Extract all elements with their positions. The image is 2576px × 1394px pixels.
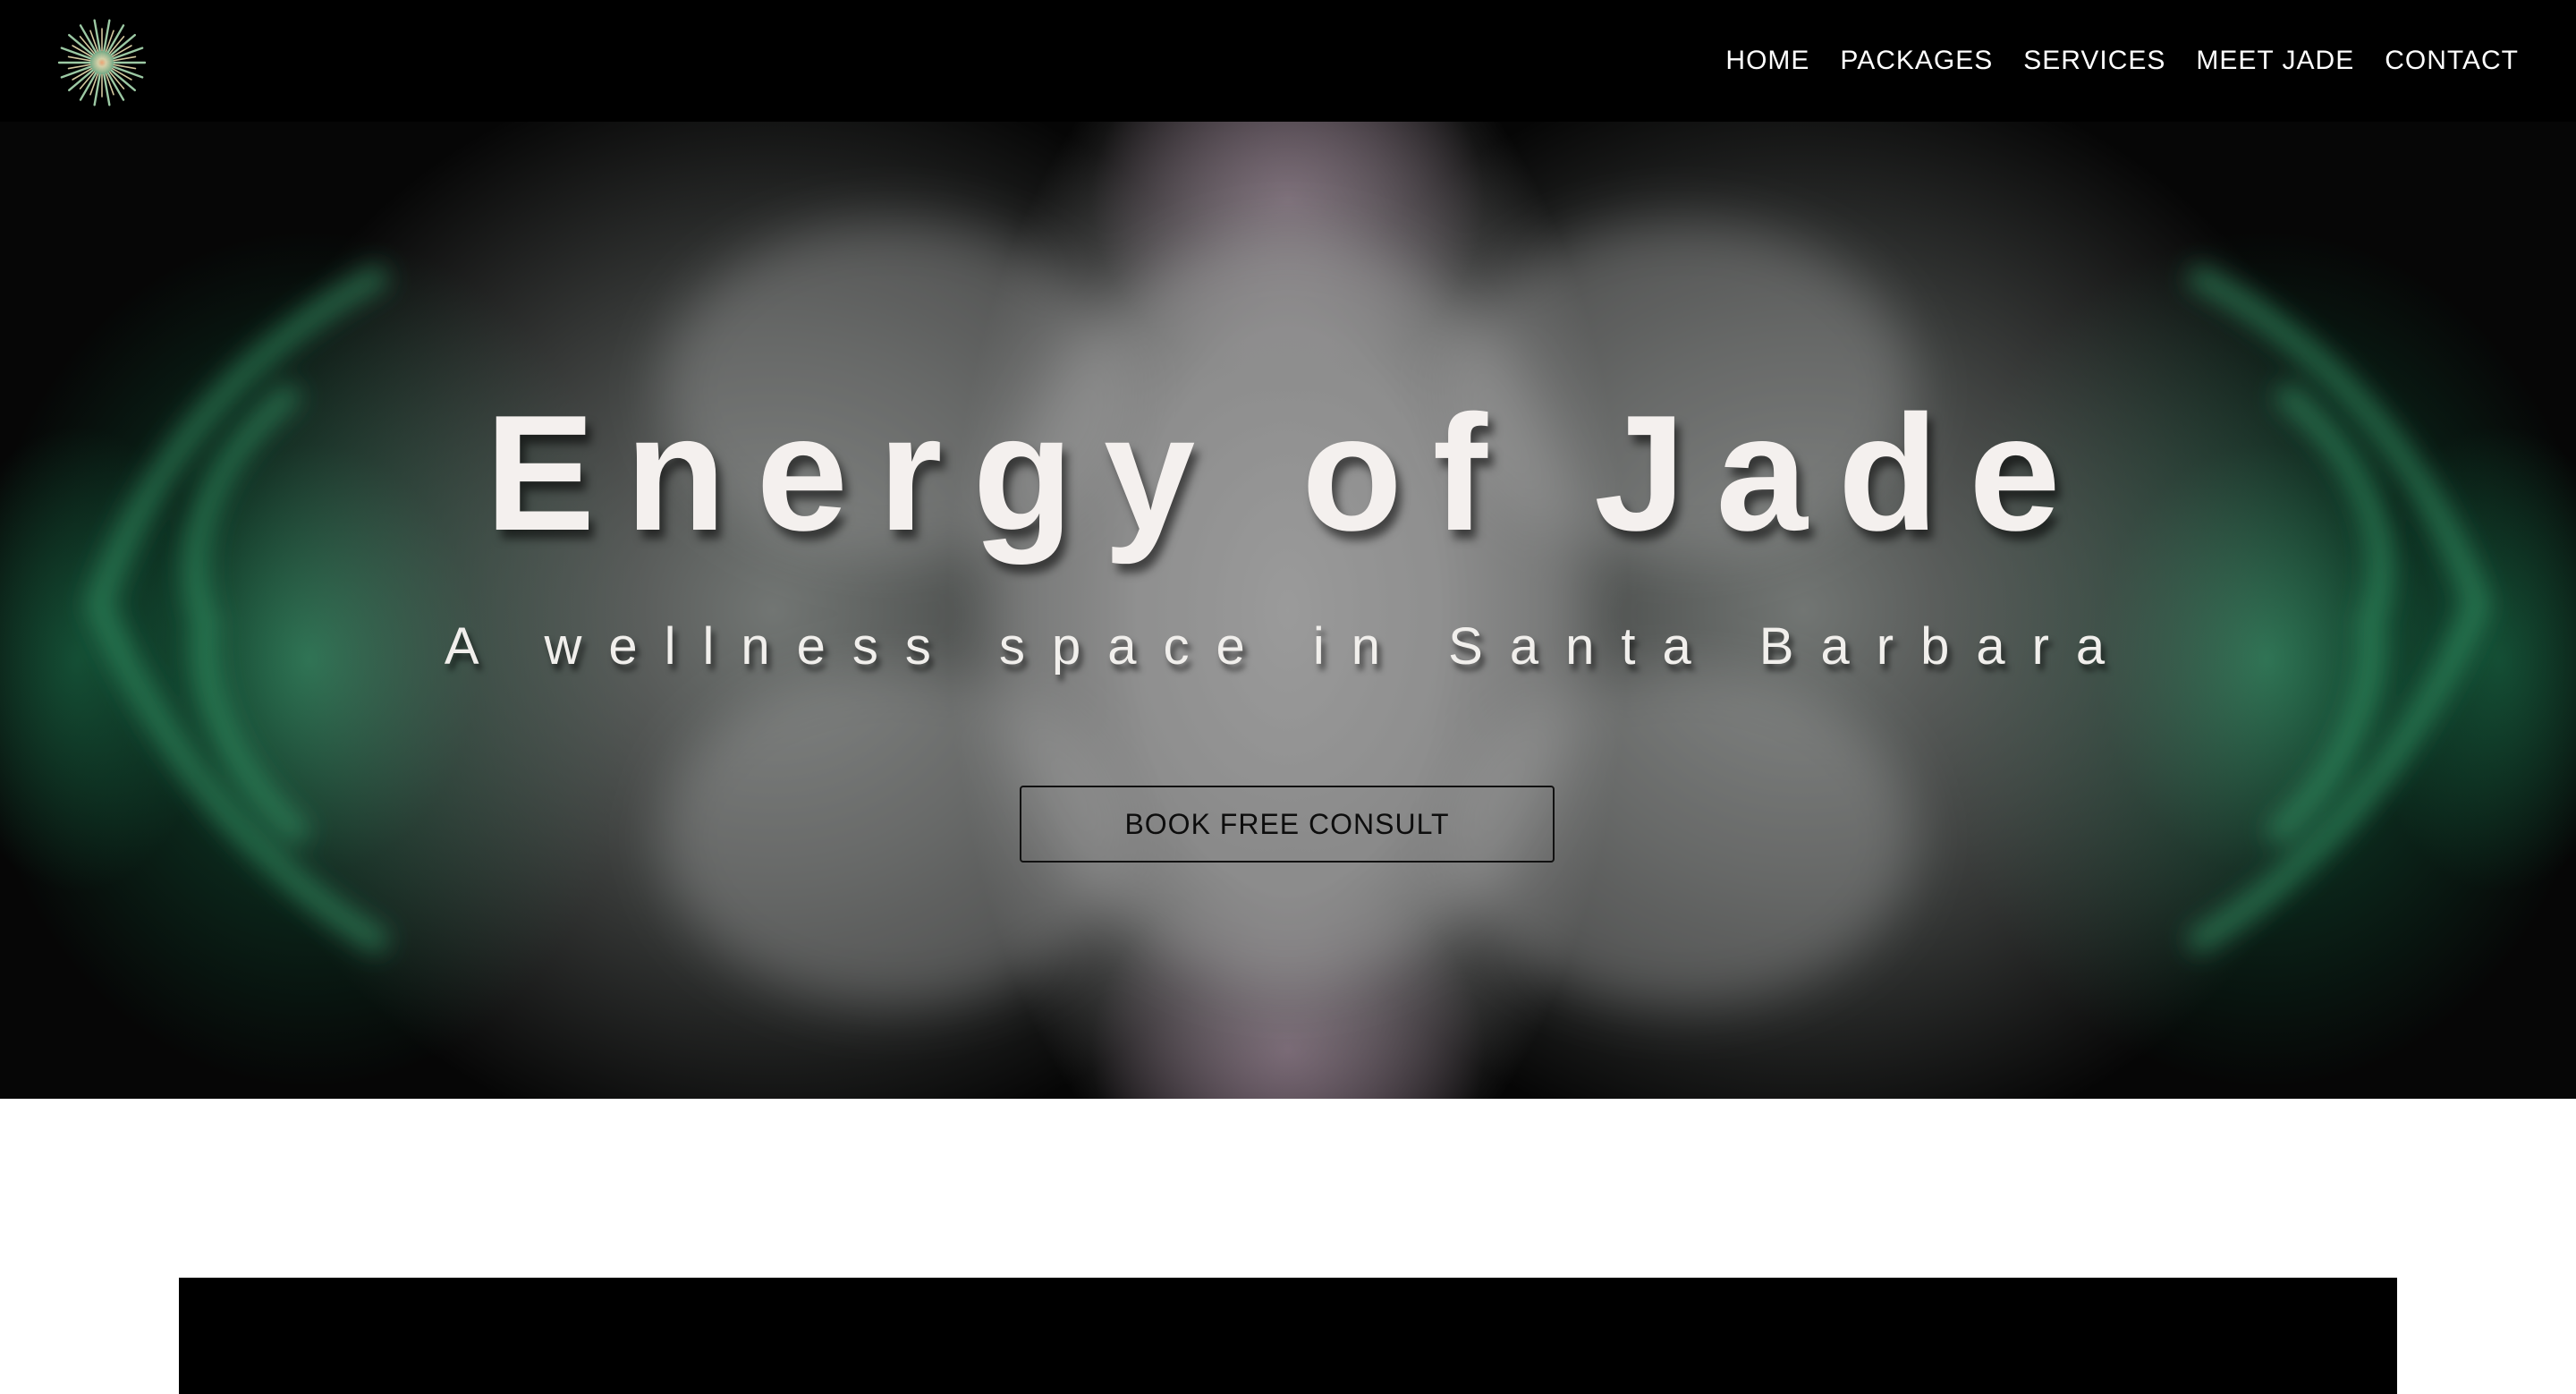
starburst-logo-icon[interactable] xyxy=(55,16,148,109)
book-free-consult-button[interactable]: BOOK FREE CONSULT xyxy=(1020,786,1555,863)
hero-smoke-texture xyxy=(86,220,2490,1007)
hero-section: Energy of Jade A wellness space in Santa… xyxy=(0,122,2576,1099)
hero-subtitle: A wellness space in Santa Barbara xyxy=(444,617,2132,676)
site-header: HOME PACKAGES SERVICES MEET JADE CONTACT xyxy=(0,0,2576,122)
nav-packages-link[interactable]: PACKAGES xyxy=(1825,46,2008,76)
nav-contact-link[interactable]: CONTACT xyxy=(2369,46,2519,76)
nav-meet-jade-link[interactable]: MEET JADE xyxy=(2181,46,2369,76)
hero-title: Energy of Jade xyxy=(485,380,2091,565)
nav-home-link[interactable]: HOME xyxy=(1710,46,1825,76)
content-section-block xyxy=(179,1278,2397,1394)
main-nav: HOME PACKAGES SERVICES MEET JADE CONTACT xyxy=(1710,0,2519,122)
nav-services-link[interactable]: SERVICES xyxy=(2008,46,2181,76)
page: HOME PACKAGES SERVICES MEET JADE CONTACT xyxy=(0,0,2576,1394)
